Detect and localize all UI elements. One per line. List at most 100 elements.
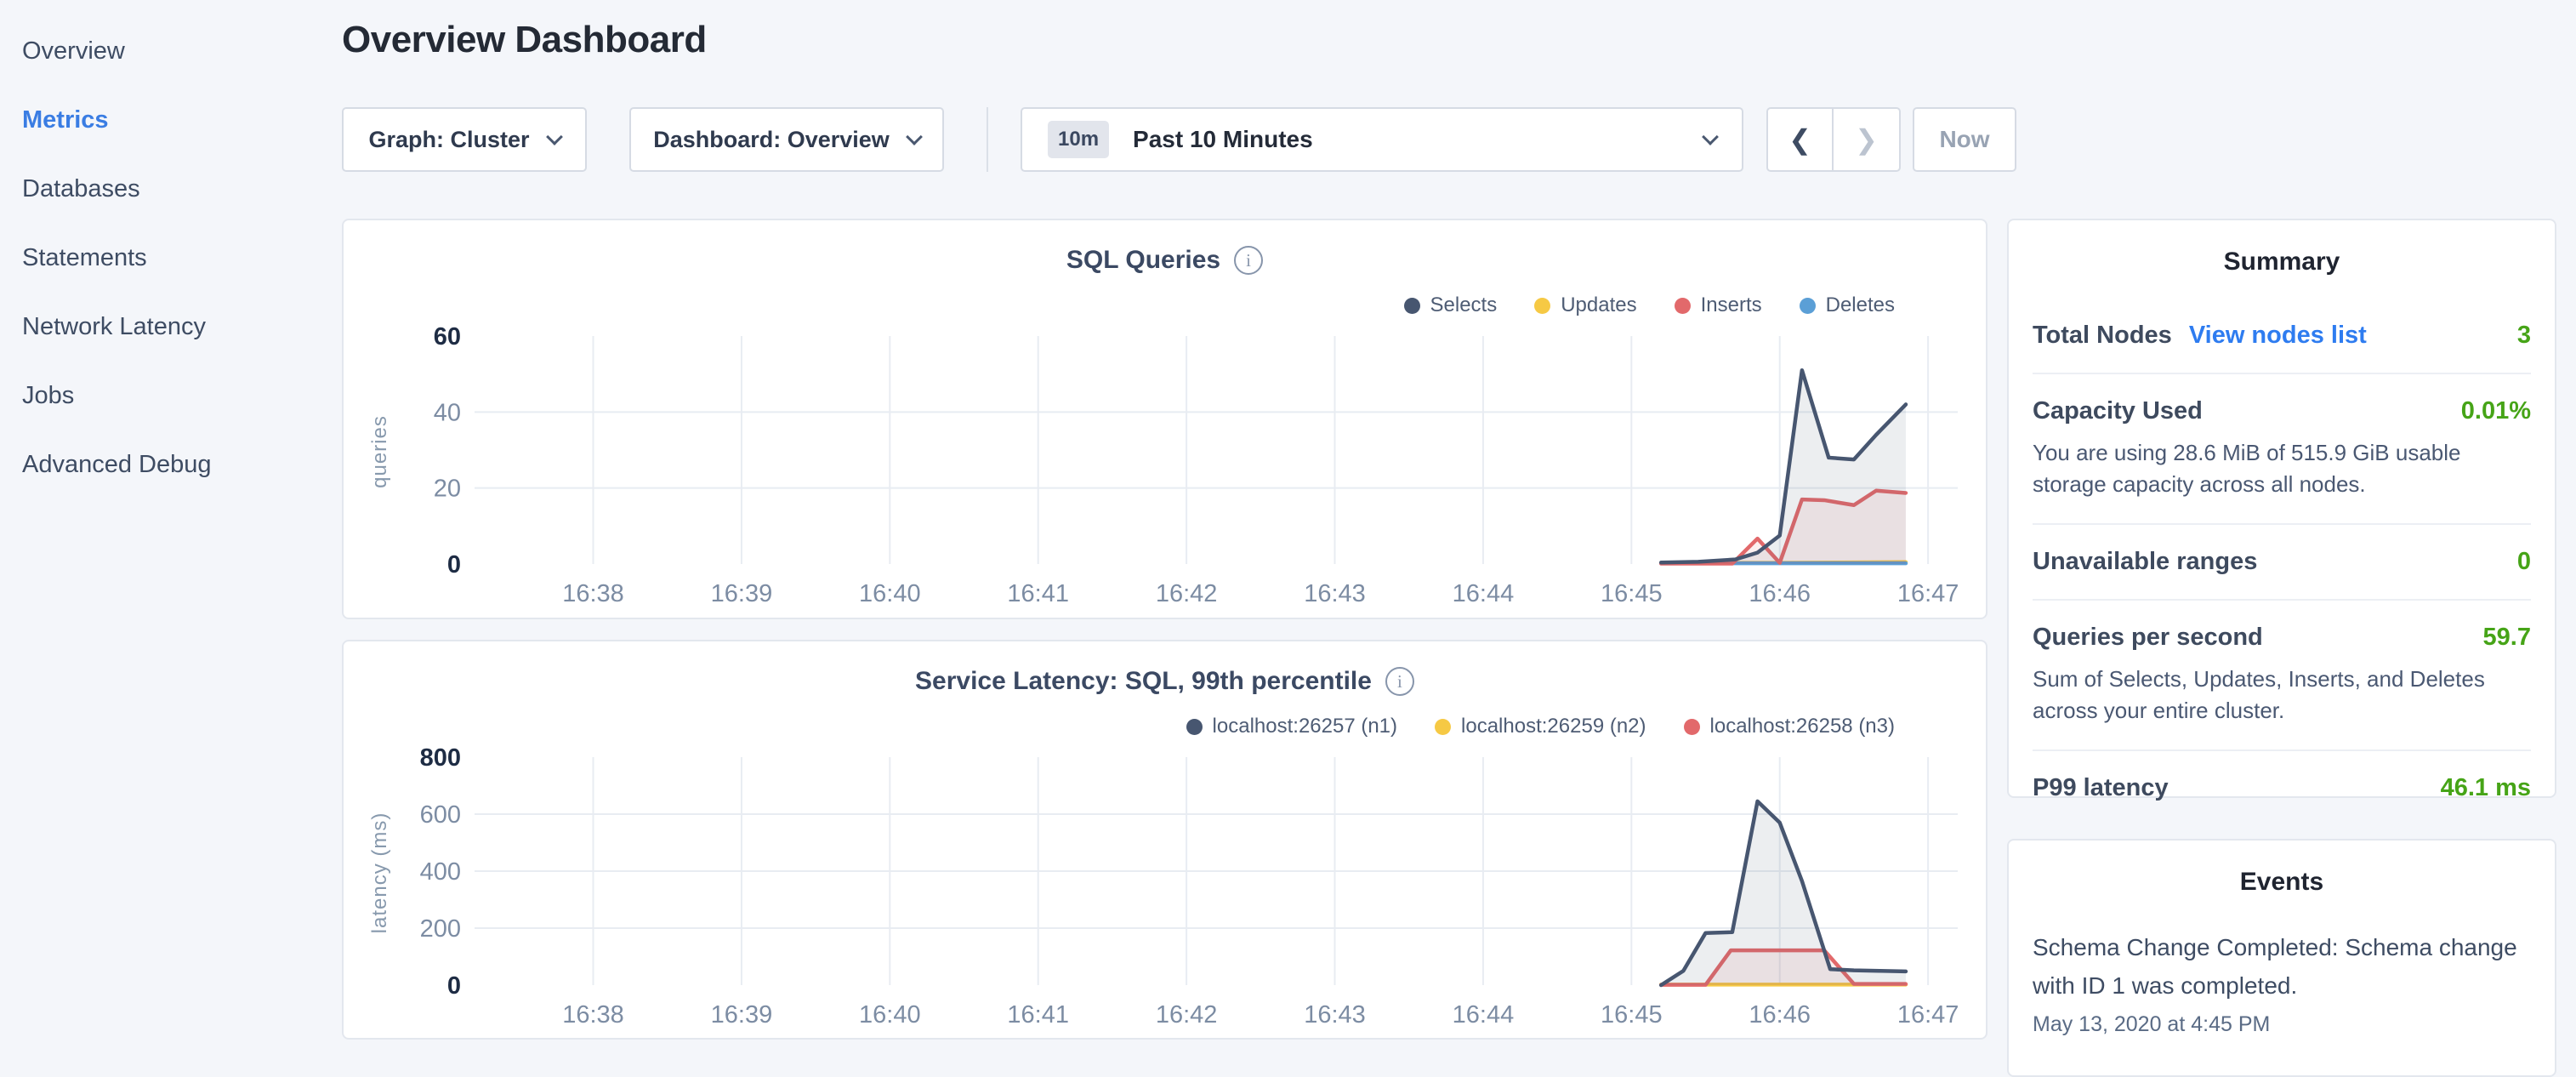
series-dot-icon bbox=[1800, 298, 1816, 314]
legend-label: localhost:26258 (n3) bbox=[1710, 715, 1895, 738]
legend-item-n3[interactable]: localhost:26258 (n3) bbox=[1684, 715, 1895, 738]
svg-text:16:41: 16:41 bbox=[1007, 1001, 1069, 1029]
svg-text:16:44: 16:44 bbox=[1453, 1001, 1515, 1029]
legend-label: Updates bbox=[1561, 293, 1636, 317]
graph-dropdown-label: Graph: Cluster bbox=[368, 127, 529, 153]
sidebar-item-statements[interactable]: Statements bbox=[0, 224, 340, 293]
legend-label: localhost:26257 (n1) bbox=[1213, 715, 1397, 738]
legend-label: localhost:26259 (n2) bbox=[1461, 715, 1646, 738]
event-entry[interactable]: Schema Change Completed: Schema change w… bbox=[2033, 929, 2531, 1006]
svg-text:60: 60 bbox=[434, 323, 461, 350]
svg-text:16:39: 16:39 bbox=[711, 1001, 773, 1029]
svg-text:16:47: 16:47 bbox=[1897, 580, 1959, 607]
service-latency-chart: 020040060080016:3816:3916:4016:4116:4216… bbox=[366, 737, 1965, 1034]
view-nodes-list-link[interactable]: View nodes list bbox=[2189, 322, 2367, 350]
legend-item-n1[interactable]: localhost:26257 (n1) bbox=[1186, 715, 1397, 738]
summary-description: You are using 28.6 MiB of 515.9 GiB usab… bbox=[2033, 437, 2531, 500]
legend-label: Selects bbox=[1430, 293, 1498, 317]
svg-text:16:41: 16:41 bbox=[1007, 580, 1069, 607]
series-dot-icon bbox=[1684, 719, 1700, 735]
sidebar-item-jobs[interactable]: Jobs bbox=[0, 362, 340, 430]
sql-queries-chart: 020406016:3816:3916:4016:4116:4216:4316:… bbox=[366, 316, 1965, 613]
svg-text:16:40: 16:40 bbox=[859, 580, 921, 607]
svg-text:600: 600 bbox=[420, 801, 461, 829]
summary-value: 0 bbox=[2517, 548, 2531, 576]
previous-time-button[interactable]: ❮ bbox=[1768, 109, 1834, 170]
legend-item-n2[interactable]: localhost:26259 (n2) bbox=[1435, 715, 1646, 738]
sidebar-item-metrics[interactable]: Metrics bbox=[0, 86, 340, 155]
time-step-buttons: ❮ ❯ bbox=[1766, 107, 1901, 172]
legend-item-deletes[interactable]: Deletes bbox=[1800, 293, 1895, 317]
svg-text:16:43: 16:43 bbox=[1304, 1001, 1366, 1029]
summary-title: Summary bbox=[2009, 248, 2555, 276]
page-title: Overview Dashboard bbox=[342, 19, 707, 61]
dashboard-dropdown[interactable]: Dashboard: Overview bbox=[629, 107, 944, 172]
summary-row-capacity-used: Capacity Used 0.01% You are using 28.6 M… bbox=[2033, 373, 2531, 523]
svg-text:16:45: 16:45 bbox=[1601, 580, 1663, 607]
summary-description: Sum of Selects, Updates, Inserts, and De… bbox=[2033, 664, 2531, 727]
svg-text:16:39: 16:39 bbox=[711, 580, 773, 607]
svg-text:200: 200 bbox=[420, 915, 461, 943]
time-range-label: Past 10 Minutes bbox=[1133, 126, 1680, 153]
series-dot-icon bbox=[1435, 719, 1451, 735]
svg-text:latency (ms): latency (ms) bbox=[368, 812, 391, 934]
dashboard-dropdown-label: Dashboard: Overview bbox=[653, 127, 890, 153]
sidebar-item-databases[interactable]: Databases bbox=[0, 155, 340, 224]
next-time-button[interactable]: ❯ bbox=[1834, 109, 1899, 170]
overview-dashboard-page: { "page": { "title": "Overview Dashboard… bbox=[0, 0, 2576, 1051]
svg-text:0: 0 bbox=[447, 972, 461, 1000]
summary-panel: Summary Total Nodes View nodes list 3 Ca… bbox=[2007, 219, 2556, 798]
svg-text:20: 20 bbox=[434, 476, 461, 503]
series-dot-icon bbox=[1534, 298, 1550, 314]
summary-row-unavailable-ranges: Unavailable ranges 0 bbox=[2033, 523, 2531, 599]
svg-text:16:42: 16:42 bbox=[1156, 1001, 1218, 1029]
events-panel: Events Schema Change Completed: Schema c… bbox=[2007, 839, 2556, 1077]
svg-text:16:42: 16:42 bbox=[1156, 580, 1218, 607]
sql-queries-panel: SQL Queries i Selects Updates Inserts De… bbox=[342, 219, 1987, 619]
series-dot-icon bbox=[1404, 298, 1420, 314]
info-icon[interactable]: i bbox=[1234, 246, 1263, 275]
time-range-badge: 10m bbox=[1048, 121, 1109, 158]
svg-text:16:44: 16:44 bbox=[1453, 580, 1515, 607]
svg-text:16:38: 16:38 bbox=[562, 1001, 624, 1029]
svg-text:0: 0 bbox=[447, 551, 461, 578]
legend-label: Deletes bbox=[1826, 293, 1895, 317]
summary-label: Unavailable ranges bbox=[2033, 548, 2257, 576]
events-title: Events bbox=[2009, 868, 2555, 897]
legend-item-selects[interactable]: Selects bbox=[1404, 293, 1498, 317]
summary-value: 0.01% bbox=[2461, 397, 2531, 425]
svg-text:16:43: 16:43 bbox=[1304, 580, 1366, 607]
graph-dropdown[interactable]: Graph: Cluster bbox=[342, 107, 587, 172]
service-latency-panel: Service Latency: SQL, 99th percentile i … bbox=[342, 640, 1987, 1040]
chart-legend: localhost:26257 (n1) localhost:26259 (n2… bbox=[1186, 715, 1895, 738]
summary-row-total-nodes: Total Nodes View nodes list 3 bbox=[2033, 299, 2531, 373]
series-dot-icon bbox=[1675, 298, 1691, 314]
chevron-down-icon bbox=[906, 128, 923, 145]
sidebar-item-advanced-debug[interactable]: Advanced Debug bbox=[0, 430, 340, 499]
svg-text:16:45: 16:45 bbox=[1601, 1001, 1663, 1029]
chevron-down-icon bbox=[546, 128, 563, 145]
sidebar: Overview Metrics Databases Statements Ne… bbox=[0, 0, 340, 1051]
controls-divider bbox=[987, 107, 988, 172]
info-icon[interactable]: i bbox=[1385, 667, 1414, 696]
legend-item-updates[interactable]: Updates bbox=[1534, 293, 1636, 317]
svg-text:40: 40 bbox=[434, 399, 461, 426]
time-range-picker[interactable]: 10m Past 10 Minutes bbox=[1021, 107, 1743, 172]
chart-title: SQL Queries bbox=[1066, 246, 1220, 275]
svg-text:400: 400 bbox=[420, 858, 461, 886]
series-dot-icon bbox=[1186, 719, 1203, 735]
summary-row-queries-per-second: Queries per second 59.7 Sum of Selects, … bbox=[2033, 599, 2531, 749]
now-button[interactable]: Now bbox=[1913, 107, 2016, 172]
chevron-down-icon bbox=[1702, 128, 1719, 145]
summary-row-p99-latency: P99 latency 46.1 ms bbox=[2033, 749, 2531, 825]
svg-text:16:40: 16:40 bbox=[859, 1001, 921, 1029]
svg-text:16:46: 16:46 bbox=[1749, 1001, 1811, 1029]
summary-value: 46.1 ms bbox=[2441, 774, 2531, 802]
legend-label: Inserts bbox=[1701, 293, 1762, 317]
sidebar-item-overview[interactable]: Overview bbox=[0, 17, 340, 86]
sidebar-item-network-latency[interactable]: Network Latency bbox=[0, 293, 340, 362]
legend-item-inserts[interactable]: Inserts bbox=[1675, 293, 1762, 317]
svg-text:16:47: 16:47 bbox=[1897, 1001, 1959, 1029]
svg-text:16:46: 16:46 bbox=[1749, 580, 1811, 607]
summary-value: 3 bbox=[2517, 322, 2531, 350]
